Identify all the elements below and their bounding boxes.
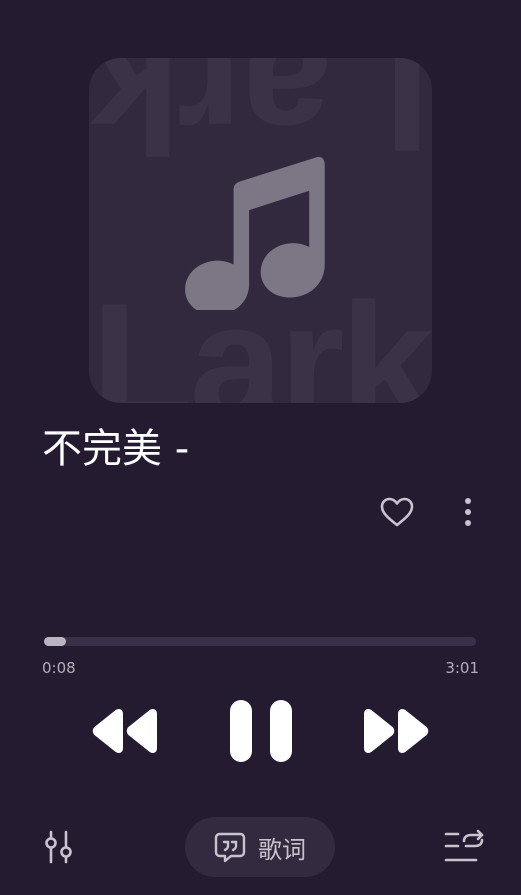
equalizer-button[interactable] <box>44 830 76 864</box>
fast-forward-icon <box>364 709 429 753</box>
heart-icon <box>380 497 414 527</box>
equalizer-icon <box>45 830 72 864</box>
lyrics-bubble-icon <box>214 832 246 863</box>
lyrics-button[interactable]: 歌词 <box>185 817 335 877</box>
lyrics-button-label: 歌词 <box>258 835 306 864</box>
elapsed-time: 0:08 <box>42 659 76 677</box>
rewind-icon <box>92 709 157 753</box>
progress-bar-fill <box>44 637 66 646</box>
queue-repeat-icon <box>444 829 484 862</box>
fast-forward-button[interactable] <box>363 708 429 754</box>
queue-button[interactable] <box>444 828 486 864</box>
music-note-icon <box>185 157 325 310</box>
progress-bar[interactable] <box>44 637 476 646</box>
pause-button[interactable] <box>228 698 294 764</box>
pause-icon <box>230 700 292 762</box>
total-time: 3:01 <box>445 659 479 677</box>
song-title: 不完美 - <box>42 426 190 472</box>
more-options-button[interactable] <box>453 492 483 532</box>
more-vertical-icon <box>465 498 471 526</box>
album-artwork: Lark Lark <box>89 58 432 403</box>
favorite-button[interactable] <box>377 492 417 532</box>
rewind-button[interactable] <box>92 708 158 754</box>
